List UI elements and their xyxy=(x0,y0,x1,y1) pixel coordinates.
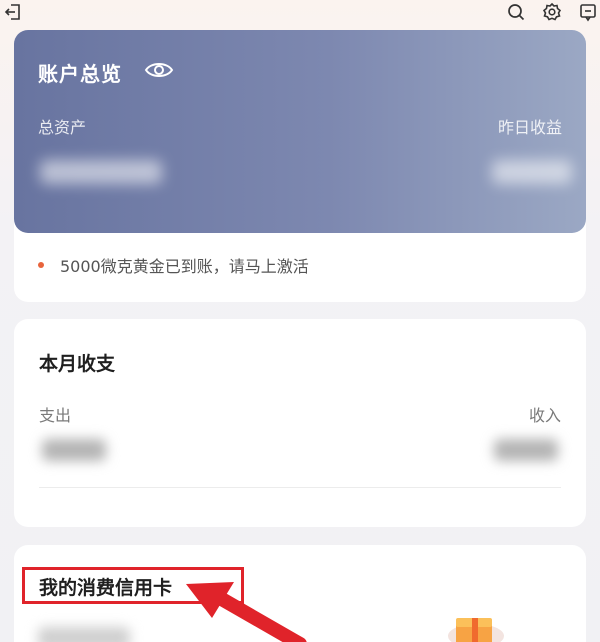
divider xyxy=(39,487,561,488)
notice-text: 5000微克黄金已到账，请马上激活 xyxy=(60,257,309,276)
expense-label: 支出 xyxy=(39,406,72,425)
yesterday-income-label: 昨日收益 xyxy=(497,118,562,137)
credit-value-blurred xyxy=(38,627,130,642)
message-icon[interactable] xyxy=(577,1,599,23)
account-overview-card[interactable]: 账户总览 总资产 昨日收益 5000微克黄金已到账，请马上激活 xyxy=(14,30,586,302)
expense-value-blurred xyxy=(42,439,106,461)
gold-notice[interactable]: 5000微克黄金已到账，请马上激活 xyxy=(38,253,309,277)
arrow-annotation xyxy=(186,582,307,642)
monthly-title: 本月收支 xyxy=(39,353,116,375)
notice-dot xyxy=(38,262,44,268)
gear-icon[interactable] xyxy=(541,1,563,23)
account-header: 账户总览 总资产 昨日收益 xyxy=(14,30,586,233)
income-label: 收入 xyxy=(528,406,561,425)
monthly-summary-card[interactable]: 本月收支 支出 收入 xyxy=(14,319,586,527)
gift-icon xyxy=(448,618,504,642)
total-assets-value-blurred xyxy=(40,160,162,184)
back-icon[interactable] xyxy=(2,1,24,23)
top-bar xyxy=(0,0,600,26)
income-value-blurred xyxy=(494,439,558,461)
account-title: 账户总览 xyxy=(38,62,122,86)
total-assets-label: 总资产 xyxy=(38,118,87,137)
credit-title: 我的消费信用卡 xyxy=(39,577,173,599)
search-icon[interactable] xyxy=(505,1,527,23)
yesterday-income-value-blurred xyxy=(492,160,572,184)
eye-icon[interactable] xyxy=(144,59,174,81)
